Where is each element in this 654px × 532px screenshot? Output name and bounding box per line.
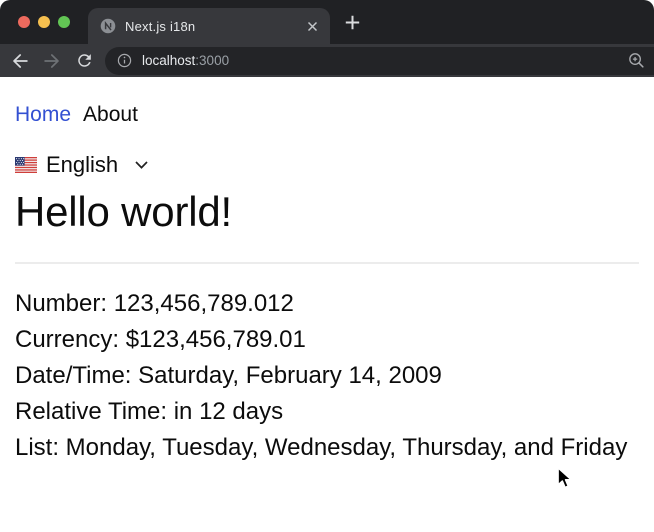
divider xyxy=(15,262,639,264)
nav-link-home[interactable]: Home xyxy=(15,103,71,127)
reload-button[interactable] xyxy=(70,47,98,75)
zoom-in-icon[interactable] xyxy=(627,51,646,70)
reload-icon xyxy=(77,54,91,67)
relative-time-line: Relative Time: in 12 days xyxy=(15,398,284,425)
plus-icon xyxy=(345,15,359,29)
tab-close-icon[interactable] xyxy=(304,18,320,34)
currency-line: Currency: $123,456,789.01 xyxy=(15,326,306,353)
favicon-nextjs-icon xyxy=(100,18,116,34)
page-title: Hello world! xyxy=(15,188,233,235)
formatted-values: Number: 123,456,789.012 Currency: $123,4… xyxy=(15,291,639,460)
nav-link-about[interactable]: About xyxy=(83,103,138,127)
page-content: Home About English Hello world! Number: … xyxy=(0,103,654,460)
us-flag-icon xyxy=(15,156,37,173)
list-line: List: Monday, Tuesday, Wednesday, Thursd… xyxy=(15,434,628,461)
back-arrow-icon xyxy=(13,53,28,68)
site-nav: Home About xyxy=(15,103,639,127)
back-button[interactable] xyxy=(6,47,34,75)
number-line: Number: 123,456,789.012 xyxy=(15,290,294,317)
language-label: English xyxy=(46,152,119,177)
url-port: :3000 xyxy=(195,53,230,68)
mouse-cursor xyxy=(557,467,574,495)
url-text[interactable]: localhost:3000 xyxy=(142,53,229,68)
window-controls xyxy=(18,16,70,28)
tab-title: Next.js i18n xyxy=(125,18,196,34)
browser-tab-bar: Next.js i18n xyxy=(0,0,654,44)
forward-button[interactable] xyxy=(38,47,66,75)
site-info-icon[interactable] xyxy=(116,52,133,69)
address-bar[interactable]: localhost:3000 xyxy=(105,46,654,75)
chevron-down-icon xyxy=(134,160,149,170)
fullscreen-window-button[interactable] xyxy=(58,16,70,28)
new-tab-button[interactable] xyxy=(340,10,364,34)
minimize-window-button[interactable] xyxy=(38,16,50,28)
datetime-line: Date/Time: Saturday, February 14, 2009 xyxy=(15,362,442,389)
url-host: localhost xyxy=(142,53,196,68)
browser-tab[interactable]: Next.js i18n xyxy=(88,8,330,44)
language-selector[interactable]: English xyxy=(15,152,149,177)
close-window-button[interactable] xyxy=(18,16,30,28)
forward-arrow-icon xyxy=(44,53,59,68)
browser-toolbar: localhost:3000 xyxy=(0,44,654,77)
